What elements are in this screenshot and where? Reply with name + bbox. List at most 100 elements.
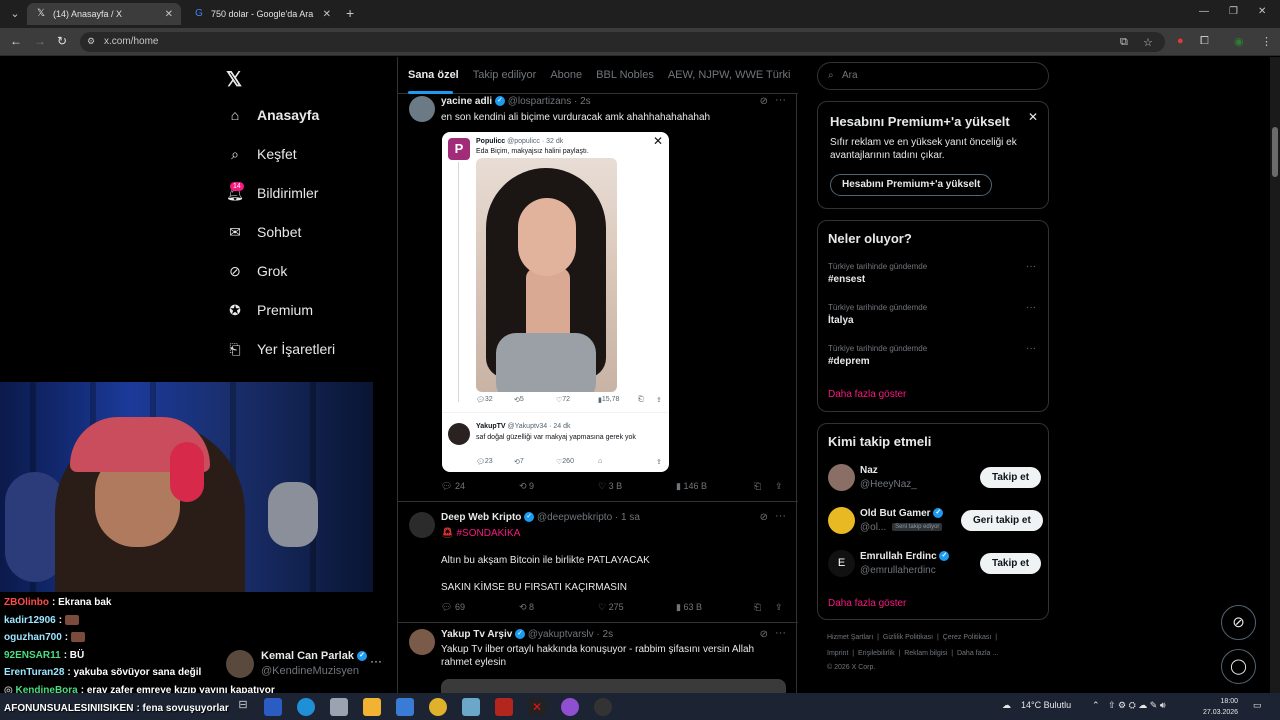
file-explorer-icon[interactable] [363, 698, 381, 716]
views-button[interactable]: ▮ 63 B [676, 602, 702, 613]
more-icon[interactable]: ··· [775, 94, 786, 106]
task-view-icon[interactable]: ⊟ [234, 698, 252, 716]
post-author-handle[interactable]: @lospartizans [508, 96, 572, 107]
nav-item-bookmarks[interactable]: ⎗ Yer İşaretleri [226, 340, 335, 358]
footer-link[interactable]: Hizmet Şartları [827, 634, 873, 641]
reply-button[interactable]: 💬︎ 69 [441, 602, 465, 613]
more-icon[interactable]: ··· [775, 510, 786, 522]
reply-button[interactable]: 💬︎ 24 [441, 481, 465, 492]
browser-menu-icon[interactable]: ⋮ [1261, 35, 1272, 48]
post[interactable]: yacine adli ✓ @lospartizans · 2s ⊘ ··· e… [398, 94, 798, 502]
new-tab-icon[interactable]: + [346, 5, 354, 21]
follow-back-button[interactable]: Geri takip et [961, 510, 1043, 531]
app-icon[interactable] [594, 698, 612, 716]
app-icon[interactable]: ✕ [528, 698, 546, 716]
store-icon[interactable] [330, 698, 348, 716]
post-author-name[interactable]: Yakup Tv Arşiv [441, 629, 512, 640]
nav-item-premium[interactable]: ✪ Premium [226, 301, 313, 319]
suggested-user-avatar[interactable] [828, 464, 855, 491]
more-icon[interactable]: ··· [1026, 302, 1036, 313]
messages-fab-icon[interactable]: ◯ [1221, 649, 1256, 684]
tab-for-you[interactable]: Sana özel [408, 69, 459, 81]
more-icon[interactable]: ··· [370, 654, 382, 668]
suggested-user-name[interactable]: Emrullah Erdinc ✓ [860, 551, 950, 562]
post-time[interactable]: · 2s [596, 629, 613, 640]
post-author-name[interactable]: Deep Web Kripto [441, 512, 521, 523]
suggested-user-name[interactable]: Old But Gamer ✓ [860, 508, 944, 519]
install-app-icon[interactable]: ⧉ [1120, 36, 1128, 49]
chrome-icon[interactable] [429, 698, 447, 716]
account-name[interactable]: Kemal Can Parlak ✓ [261, 650, 367, 662]
post-author-handle[interactable]: @yakuptvarslv [528, 629, 594, 640]
like-button[interactable]: ♡ 275 [598, 602, 624, 613]
tab-aew-njpw-wwe[interactable]: AEW, NJPW, WWE Türki [668, 69, 791, 81]
maximize-icon[interactable]: ❐ [1229, 6, 1238, 17]
post-image[interactable]: P Populicc @populicc · 32 dk Eda Biçim, … [442, 132, 669, 472]
profile-avatar-icon[interactable]: ◉ [1234, 35, 1244, 48]
follow-button[interactable]: Takip et [980, 467, 1042, 488]
notification-center-icon[interactable]: ▭ [1253, 700, 1262, 711]
minimize-icon[interactable]: — [1199, 6, 1209, 17]
more-icon[interactable]: ··· [1026, 343, 1036, 354]
trend-name[interactable]: #deprem [828, 356, 870, 367]
window-close-icon[interactable]: ✕ [1258, 6, 1266, 17]
tab-google-search[interactable]: G 750 dolar - Google'da Ara ✕ [185, 3, 339, 25]
app-icon[interactable] [561, 698, 579, 716]
follow-show-more-link[interactable]: Daha fazla göster [828, 598, 906, 609]
close-icon[interactable]: ✕ [323, 9, 331, 20]
post-avatar[interactable] [409, 629, 435, 655]
share-icon[interactable]: ⇪ [775, 481, 783, 492]
grok-fab-icon[interactable]: ⊘ [1221, 605, 1256, 640]
share-icon[interactable]: ⇪ [775, 602, 783, 613]
extension-icon[interactable]: ● [1177, 35, 1184, 47]
scrollbar-thumb[interactable] [1272, 127, 1278, 177]
reload-icon[interactable]: ↻ [57, 34, 67, 48]
close-icon[interactable]: ✕ [165, 9, 173, 20]
post-author-handle[interactable]: @deepwebkripto [537, 512, 612, 523]
bookmark-star-icon[interactable]: ☆ [1143, 36, 1153, 49]
repost-button[interactable]: ⟲ 8 [519, 602, 534, 613]
tab-bbl-nobles[interactable]: BBL Nobles [596, 69, 654, 81]
extensions-puzzle-icon[interactable]: ⧠ [1200, 35, 1209, 48]
footer-link[interactable]: Çerez Politikası [943, 634, 992, 641]
trend-name[interactable]: #ensest [828, 274, 865, 285]
tab-x-home[interactable]: 𝕏 (14) Anasayfa / X ✕ [27, 3, 181, 25]
like-button[interactable]: ♡ 3 B [598, 481, 622, 492]
nav-item-explore[interactable]: ⌕ Keşfet [226, 145, 297, 163]
bookmark-icon[interactable]: ⎗ [754, 481, 761, 492]
trend-name[interactable]: İtalya [828, 315, 854, 326]
bookmark-icon[interactable]: ⎗ [754, 602, 761, 613]
forward-icon[interactable]: → [34, 34, 46, 48]
grok-explain-icon[interactable]: ⊘ [760, 629, 768, 640]
footer-link[interactable]: Gizlilik Politikası [883, 634, 933, 641]
post-avatar[interactable] [409, 512, 435, 538]
post-time[interactable]: · 2s [574, 96, 591, 107]
weather-text[interactable]: 14°C Bulutlu [1021, 700, 1071, 710]
search-input[interactable]: ⌕ Ara [817, 62, 1049, 90]
back-icon[interactable]: ← [10, 34, 22, 48]
close-icon[interactable]: ✕ [1028, 110, 1038, 124]
app-icon[interactable] [264, 698, 282, 716]
site-info-icon[interactable]: ⚙ [87, 36, 95, 47]
edge-icon[interactable] [297, 698, 315, 716]
footer-link[interactable]: Reklam bilgisi [904, 650, 947, 657]
footer-link[interactable]: Imprint [827, 650, 848, 657]
grok-explain-icon[interactable]: ⊘ [760, 96, 768, 107]
nav-item-grok[interactable]: ⊘ Grok [226, 262, 287, 280]
post-time[interactable]: · 1 sa [615, 512, 640, 523]
views-button[interactable]: ▮ 146 B [676, 481, 707, 492]
repost-button[interactable]: ⟲ 9 [519, 481, 534, 492]
follow-button[interactable]: Takip et [980, 553, 1042, 574]
address-bar[interactable]: ⚙ x.com/home ⧉ ☆ [80, 32, 1165, 52]
account-avatar[interactable] [226, 650, 254, 678]
page-scrollbar[interactable] [1270, 57, 1280, 693]
tab-subscribed[interactable]: Abone [550, 69, 582, 81]
suggested-user-avatar[interactable]: Ε [828, 550, 855, 577]
post-author-name[interactable]: yacine adli [441, 96, 492, 107]
suggested-user-avatar[interactable] [828, 507, 855, 534]
weather-icon[interactable]: ☁︎ [1002, 700, 1011, 711]
tab-search-icon[interactable]: ⌄ [6, 5, 24, 23]
mail-app-icon[interactable] [396, 698, 414, 716]
system-clock[interactable]: 18:00 27.03.2026 [1203, 696, 1238, 718]
post[interactable]: Yakup Tv Arşiv ✓ @yakuptvarslv · 2s ⊘ ··… [398, 623, 798, 693]
